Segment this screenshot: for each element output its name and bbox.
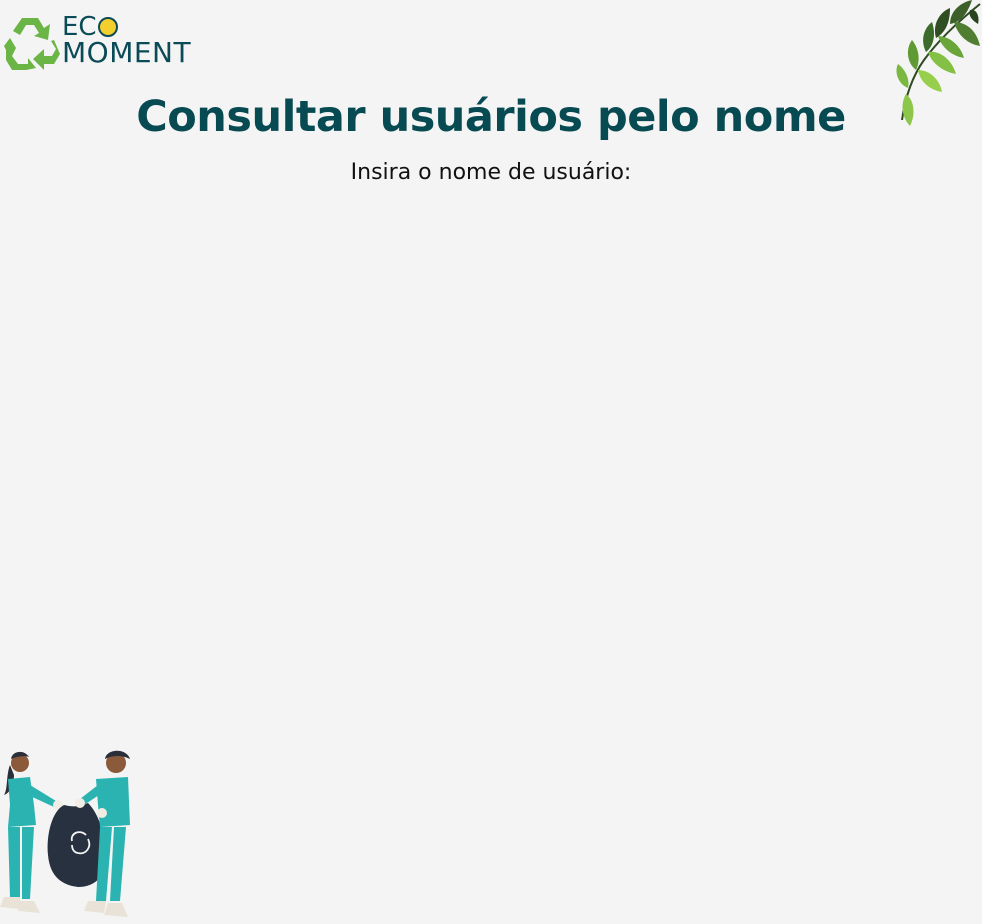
brand-wordmark: EC MOMENT (62, 14, 192, 69)
recycle-icon (4, 18, 60, 70)
trash-bag (47, 803, 107, 887)
people-recycling-illustration (0, 750, 130, 917)
page-title: Consultar usuários pelo nome (136, 92, 846, 142)
brand-line-2: MOMENT (62, 36, 192, 69)
lightbulb-icon (97, 17, 118, 37)
username-prompt-label: Insira o nome de usuário: (350, 160, 632, 185)
eco-moment-logo[interactable]: EC MOMENT (4, 12, 214, 74)
